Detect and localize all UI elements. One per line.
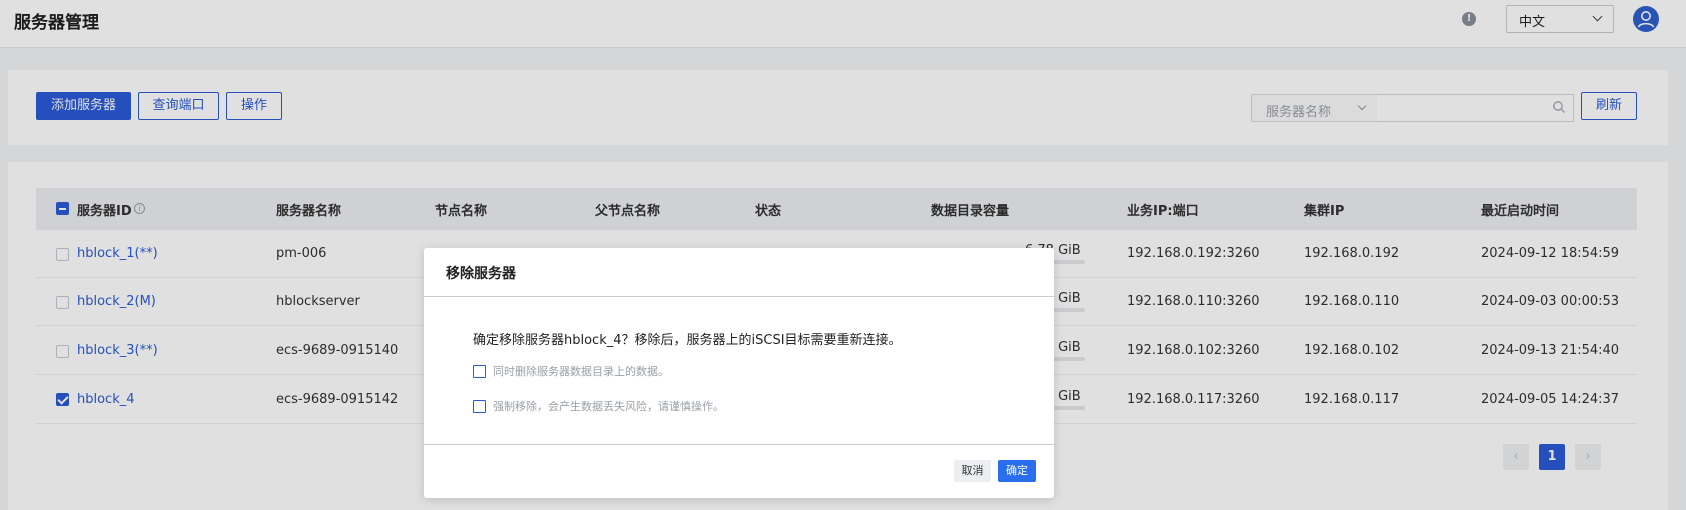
delete-data-label: 同时删除服务器数据目录上的数据。 [493, 365, 669, 378]
dialog-message: 确定移除服务器hblock_4？移除后，服务器上的iSCSI目标需要重新连接。 [473, 333, 902, 348]
force-remove-checkbox[interactable] [473, 400, 486, 413]
dialog-footer-divider [424, 444, 1054, 445]
dialog-title: 移除服务器 [446, 266, 516, 282]
delete-data-checkbox[interactable] [473, 365, 486, 378]
confirm-button[interactable]: 确定 [998, 460, 1036, 482]
cancel-button[interactable]: 取消 [954, 460, 991, 482]
remove-server-dialog: 移除服务器 确定移除服务器hblock_4？移除后，服务器上的iSCSI目标需要… [424, 248, 1054, 498]
force-remove-label: 强制移除，会产生数据丢失风险，请谨慎操作。 [493, 400, 724, 413]
dialog-divider [424, 296, 1054, 297]
